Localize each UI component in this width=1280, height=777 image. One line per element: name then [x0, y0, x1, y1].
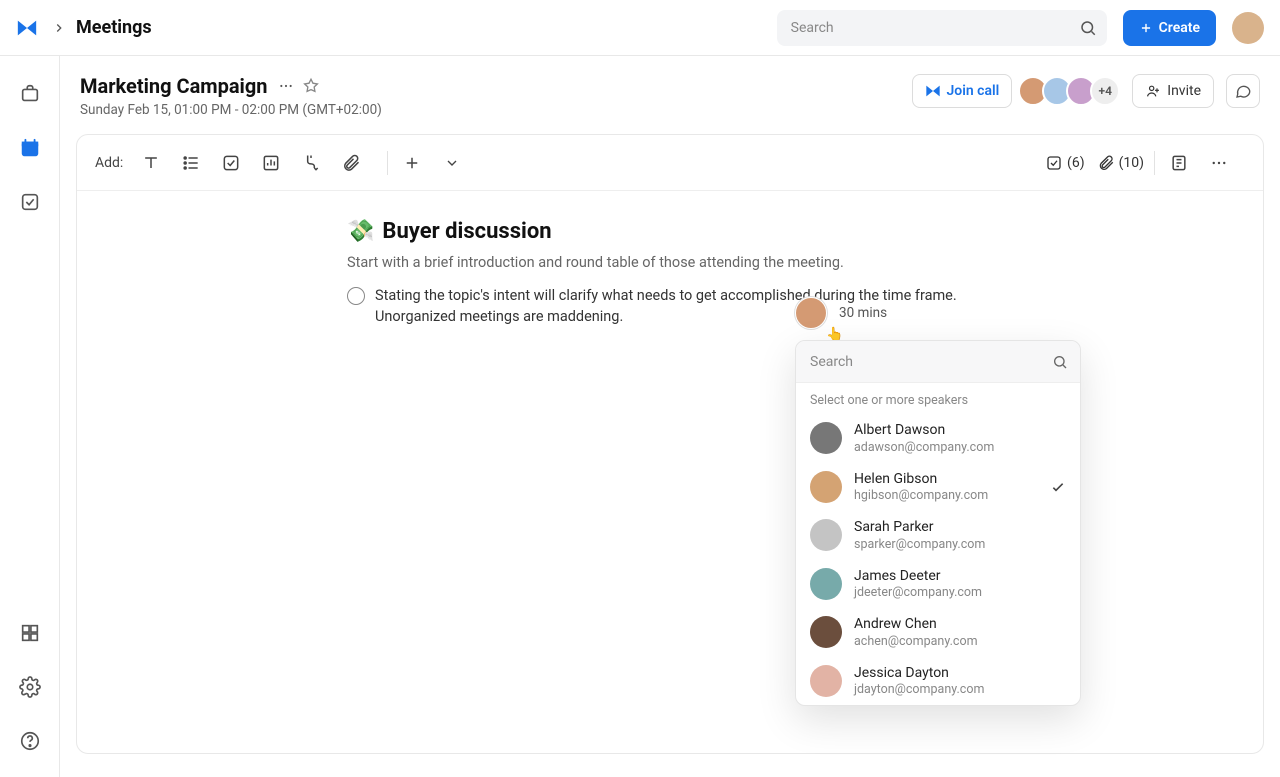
speaker-email: sparker@company.com [854, 537, 1066, 552]
chart-icon[interactable] [257, 149, 285, 177]
avatar [810, 665, 842, 697]
join-call-button[interactable]: Join call [912, 74, 1013, 108]
check-icon [1044, 479, 1066, 495]
section-intro[interactable]: Start with a brief introduction and roun… [347, 254, 967, 271]
topbar: Meetings Create [0, 0, 1280, 56]
star-icon[interactable] [302, 77, 320, 95]
search-input[interactable] [777, 10, 1107, 46]
avatar [810, 616, 842, 648]
plus-icon[interactable] [398, 149, 426, 177]
speaker-email: hgibson@company.com [854, 488, 1044, 503]
avatar [810, 519, 842, 551]
section-title[interactable]: Buyer discussion [382, 219, 551, 244]
popover-hint: Select one or more speakers [796, 383, 1080, 414]
speaker-avatar[interactable] [795, 297, 827, 329]
invite-label: Invite [1167, 83, 1201, 99]
speaker-name: Sarah Parker [854, 519, 1066, 537]
search-icon [1052, 354, 1068, 370]
speaker-email: jdayton@company.com [854, 682, 1066, 697]
avatar [810, 471, 842, 503]
chevron-right-icon [52, 21, 66, 35]
speaker-option[interactable]: Andrew Chenachen@company.com [796, 608, 1080, 657]
app-logo[interactable] [16, 17, 38, 39]
speaker-option[interactable]: Jessica Daytonjdayton@company.com [796, 657, 1080, 706]
speaker-popover: Select one or more speakers Albert Dawso… [795, 340, 1081, 706]
create-label: Create [1159, 20, 1200, 36]
sidebar-item-apps[interactable] [12, 615, 48, 651]
avatar [810, 568, 842, 600]
checkbox-icon[interactable] [217, 149, 245, 177]
add-label: Add: [95, 155, 123, 171]
page-header: Marketing Campaign Sunday Feb 15, 01:00 … [60, 56, 1280, 134]
join-call-label: Join call [947, 83, 1000, 99]
avatar [810, 422, 842, 454]
notes-panel-icon[interactable] [1165, 149, 1193, 177]
main: Marketing Campaign Sunday Feb 15, 01:00 … [60, 56, 1280, 777]
speaker-option[interactable]: Albert Dawsonadawson@company.com [796, 414, 1080, 463]
speaker-name: Helen Gibson [854, 471, 1044, 489]
meeting-title: Marketing Campaign [80, 74, 268, 98]
create-button[interactable]: Create [1123, 10, 1216, 46]
breadcrumb-page[interactable]: Meetings [76, 17, 152, 38]
more-icon[interactable] [278, 78, 294, 94]
text-icon[interactable] [137, 149, 165, 177]
chat-button[interactable] [1226, 74, 1260, 108]
search-icon [1079, 19, 1097, 37]
speaker-email: jdeeter@company.com [854, 585, 1066, 600]
speaker-option[interactable]: Helen Gibsonhgibson@company.com [796, 463, 1080, 512]
separator [387, 151, 388, 175]
sidebar-item-help[interactable] [12, 723, 48, 759]
sidebar-item-meetings[interactable] [12, 130, 48, 166]
global-search [777, 10, 1107, 46]
editor-toolbar: Add: (6) (10) [77, 135, 1263, 191]
speaker-email: achen@company.com [854, 634, 1066, 649]
sidebar-item-workspaces[interactable] [12, 76, 48, 112]
list-icon[interactable] [177, 149, 205, 177]
tasks-count[interactable]: (6) [1045, 154, 1085, 172]
sidebar-item-settings[interactable] [12, 669, 48, 705]
avatar-group[interactable]: +4 [1024, 76, 1120, 106]
speaker-name: Jessica Dayton [854, 665, 1066, 683]
speaker-area: 30 mins [795, 297, 887, 329]
separator [1154, 151, 1155, 175]
popover-search-input[interactable] [796, 341, 1080, 383]
invite-button[interactable]: Invite [1132, 74, 1214, 108]
user-avatar[interactable] [1232, 12, 1264, 44]
speaker-option[interactable]: Sarah Parkersparker@company.com [796, 511, 1080, 560]
meeting-datetime: Sunday Feb 15, 01:00 PM - 02:00 PM (GMT+… [80, 102, 382, 118]
decision-icon[interactable] [297, 149, 325, 177]
section-emoji: 💸 [347, 219, 374, 244]
speaker-option[interactable]: James Deeterjdeeter@company.com [796, 560, 1080, 609]
sidebar-left [0, 56, 60, 777]
speaker-name: James Deeter [854, 568, 1066, 586]
speaker-email: adawson@company.com [854, 440, 1066, 455]
duration-label[interactable]: 30 mins [839, 305, 887, 321]
task-circle-icon[interactable] [347, 287, 365, 305]
speaker-name: Albert Dawson [854, 422, 1066, 440]
attachments-count[interactable]: (10) [1097, 154, 1144, 172]
participant-avatar-more[interactable]: +4 [1090, 76, 1120, 106]
chevron-down-icon[interactable] [438, 149, 466, 177]
sidebar-item-tasks[interactable] [12, 184, 48, 220]
speaker-name: Andrew Chen [854, 616, 1066, 634]
more-icon[interactable] [1205, 149, 1233, 177]
content-card: Add: (6) (10) [76, 134, 1264, 754]
attachment-icon[interactable] [337, 149, 365, 177]
